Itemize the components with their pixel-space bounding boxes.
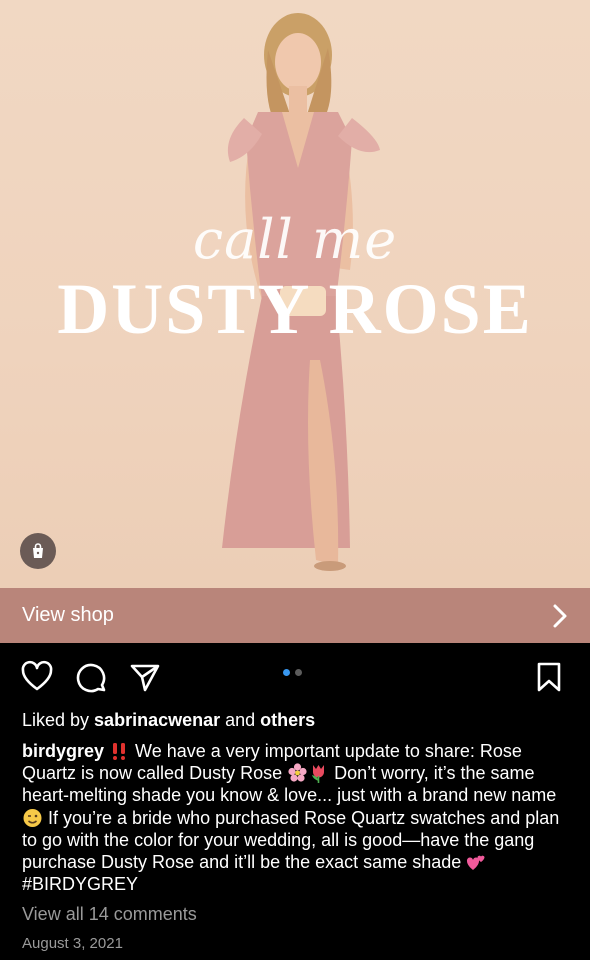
likes-middle: and [220, 710, 261, 730]
winking-face-icon [23, 808, 42, 827]
caption-username-link[interactable]: birdygrey [22, 741, 104, 761]
carousel-dot [295, 669, 302, 676]
likes-prefix: Liked by [22, 710, 95, 730]
caption-hashtag-link[interactable]: #BIRDYGREY [22, 874, 138, 894]
image-headline: DUSTY ROSE [57, 269, 533, 349]
image-script-text: call me [192, 208, 398, 271]
chevron-right-icon [553, 604, 567, 627]
likes-summary: Liked by sabrinacwenar and others [22, 710, 315, 731]
cherry-blossom-icon [288, 763, 307, 782]
carousel-dot-active [283, 669, 290, 676]
bookmark-icon[interactable] [532, 660, 566, 694]
two-hearts-icon [467, 855, 485, 871]
post-caption: birdygrey We have a very important updat… [22, 740, 570, 895]
liked-by-user-link[interactable]: sabrinacwenar [94, 710, 220, 730]
shopping-bag-icon [33, 543, 43, 558]
view-shop-label: View shop [22, 604, 114, 626]
post-image[interactable]: call me DUSTY ROSE [0, 0, 590, 588]
tulip-icon [312, 765, 325, 784]
action-bar [0, 656, 590, 700]
shop-tag-button[interactable] [20, 533, 56, 569]
comment-bubble-icon[interactable] [74, 660, 108, 694]
view-all-comments-link[interactable]: View all 14 comments [22, 904, 197, 925]
paper-plane-icon[interactable] [128, 660, 162, 694]
view-shop-bar[interactable]: View shop [0, 588, 590, 643]
double-exclamation-icon [113, 743, 126, 760]
heart-icon[interactable] [20, 660, 54, 694]
liked-by-others-link[interactable]: others [260, 710, 315, 730]
carousel-indicator [283, 669, 302, 676]
post-date: August 3, 2021 [22, 935, 123, 952]
